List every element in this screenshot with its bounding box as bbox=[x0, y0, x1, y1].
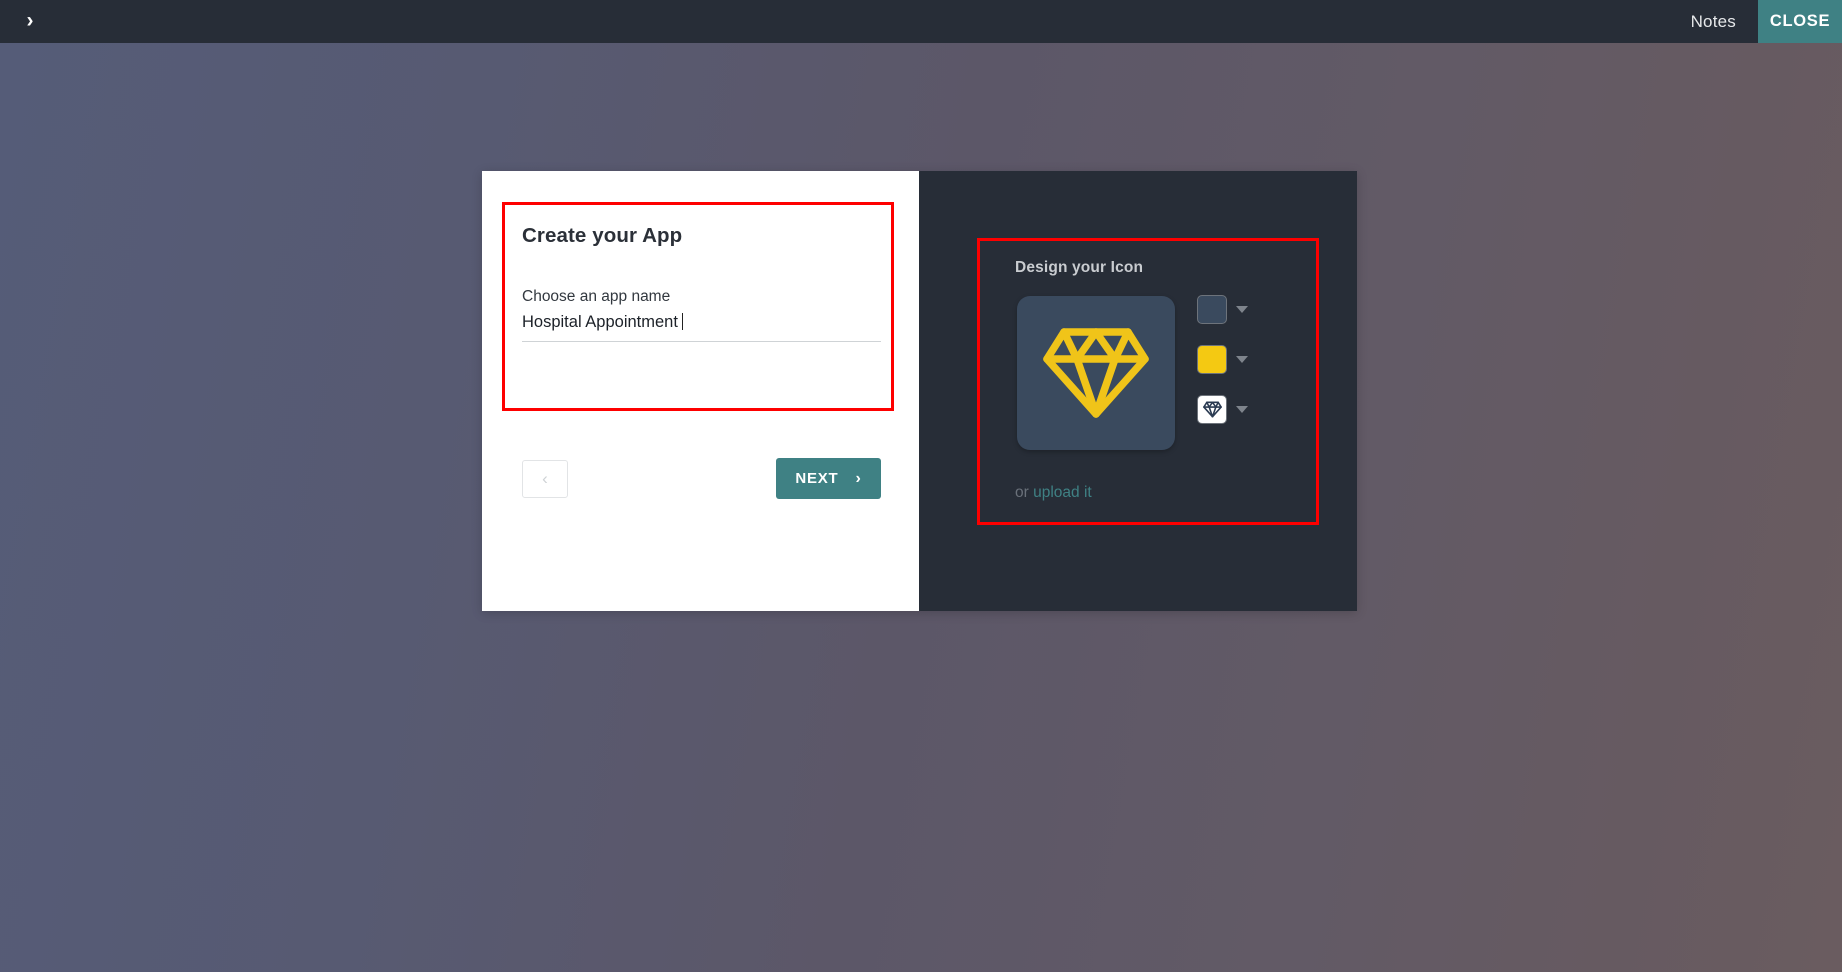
upload-icon-line: or upload it bbox=[1015, 484, 1092, 502]
background-color-swatch[interactable] bbox=[1197, 295, 1227, 324]
icon-color-control[interactable] bbox=[1197, 345, 1248, 374]
top-bar: › Notes CLOSE bbox=[0, 0, 1842, 43]
chevron-down-icon[interactable] bbox=[1236, 306, 1248, 313]
chevron-down-icon[interactable] bbox=[1236, 356, 1248, 363]
design-icon-title: Design your Icon bbox=[1015, 259, 1144, 276]
upload-prefix-text: or bbox=[1015, 484, 1034, 501]
page-title: Create your App bbox=[522, 224, 683, 247]
create-app-dialog: Create your App Choose an app name Hospi… bbox=[482, 171, 1357, 611]
upload-it-link[interactable]: upload it bbox=[1033, 484, 1092, 501]
chevron-right-icon: › bbox=[855, 469, 862, 487]
diamond-icon bbox=[1043, 328, 1149, 418]
design-icon-panel: Design your Icon or upload it bbox=[919, 171, 1357, 611]
top-bar-spacer bbox=[60, 0, 1669, 43]
icon-color-swatch[interactable] bbox=[1197, 345, 1227, 374]
icon-shape-control[interactable] bbox=[1197, 395, 1248, 424]
background-color-control[interactable] bbox=[1197, 295, 1248, 324]
chevron-down-icon[interactable] bbox=[1236, 406, 1248, 413]
chevron-right-icon: › bbox=[26, 9, 34, 32]
next-button-label: NEXT bbox=[795, 470, 839, 487]
notes-button[interactable]: Notes bbox=[1669, 0, 1758, 43]
back-button[interactable]: ‹ bbox=[522, 460, 568, 498]
next-button[interactable]: NEXT › bbox=[776, 458, 881, 499]
icon-style-controls bbox=[1197, 295, 1248, 424]
app-name-input[interactable]: Hospital Appointment bbox=[522, 313, 881, 342]
diamond-icon bbox=[1202, 401, 1222, 418]
text-caret bbox=[681, 313, 683, 330]
icon-preview-tile[interactable] bbox=[1017, 296, 1175, 450]
icon-shape-swatch[interactable] bbox=[1197, 395, 1227, 424]
chevron-left-icon: ‹ bbox=[542, 469, 548, 488]
app-name-label: Choose an app name bbox=[522, 288, 671, 305]
expand-panel-button[interactable]: › bbox=[0, 0, 60, 43]
close-button[interactable]: CLOSE bbox=[1758, 0, 1842, 43]
app-name-input-value: Hospital Appointment bbox=[522, 313, 678, 331]
create-app-form-panel: Create your App Choose an app name Hospi… bbox=[482, 171, 919, 611]
app-name-field-wrapper[interactable]: Hospital Appointment bbox=[522, 313, 881, 342]
